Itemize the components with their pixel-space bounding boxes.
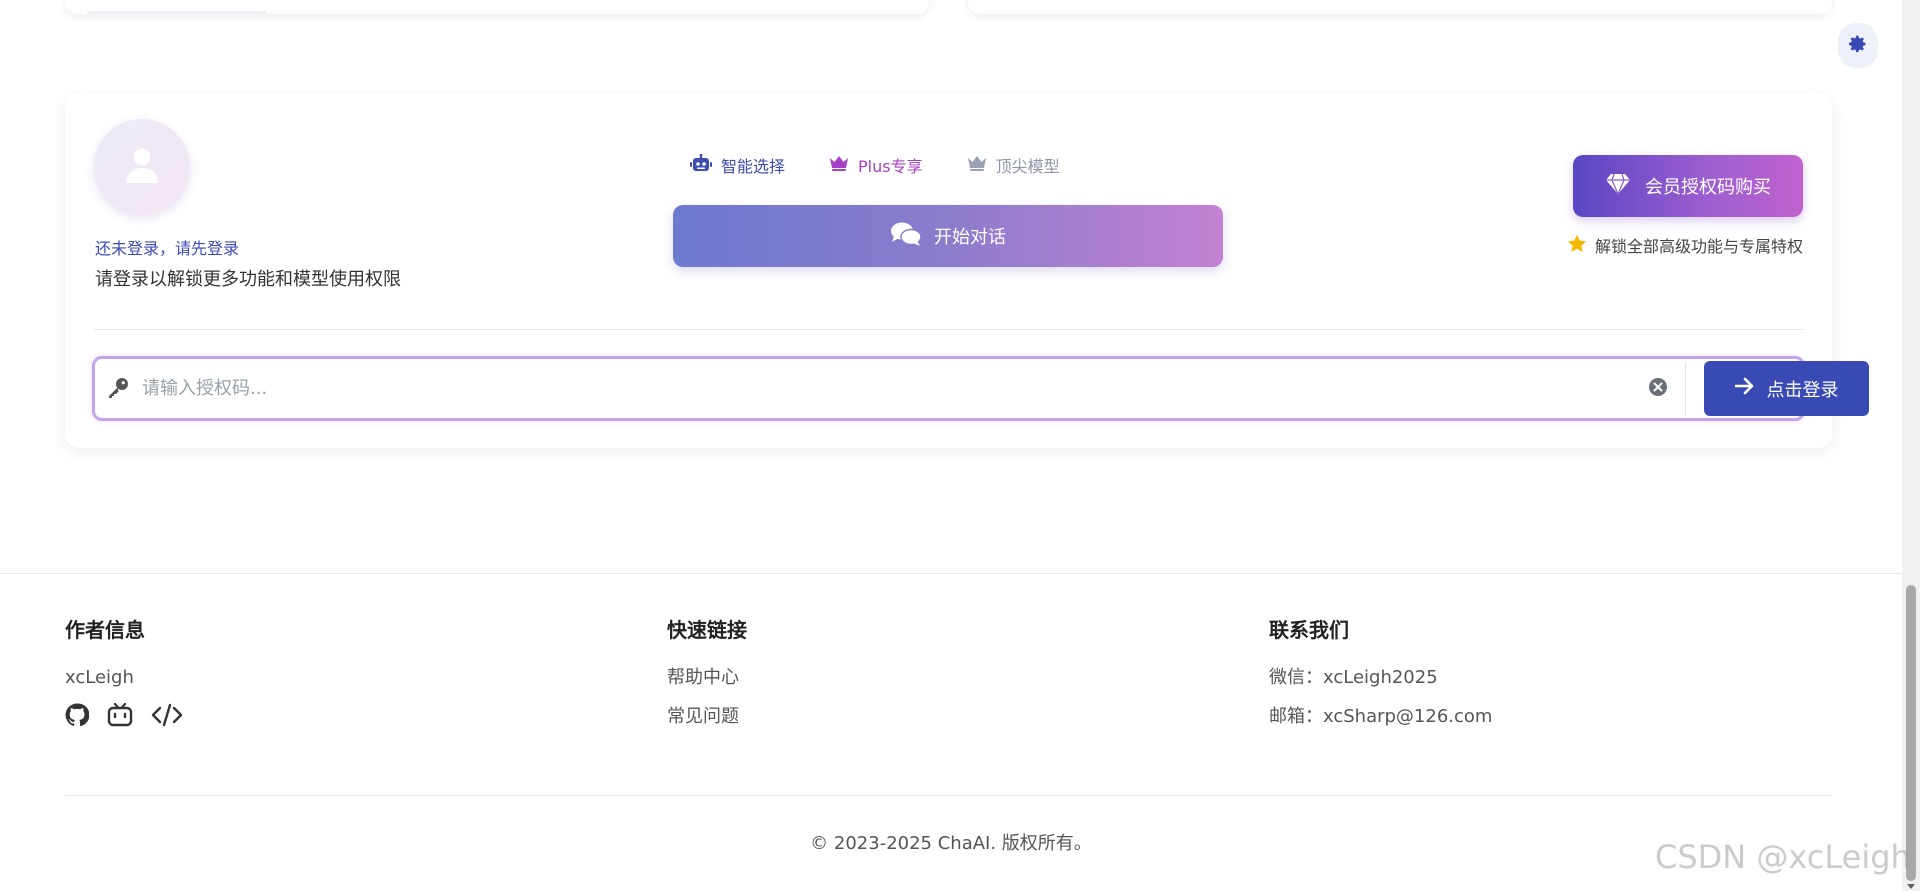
comments-icon xyxy=(890,221,922,252)
start-chat-label: 开始对话 xyxy=(934,227,1006,248)
footer-links-title: 快速链接 xyxy=(667,618,747,642)
tab-top-model[interactable]: 顶尖模型 xyxy=(967,153,1060,177)
page-scrollbar[interactable] xyxy=(1902,0,1920,891)
footer-divider-top xyxy=(0,573,1902,574)
auth-code-box: 点击登录 xyxy=(92,356,1869,421)
login-prompt-link[interactable]: 还未登录，请先登录 xyxy=(95,235,239,259)
login-submit-button[interactable]: 点击登录 xyxy=(1704,361,1869,416)
code-icon[interactable] xyxy=(151,703,183,727)
card-divider xyxy=(94,329,1803,330)
top-card-right xyxy=(968,0,1832,14)
tab-smart-select-label: 智能选择 xyxy=(721,157,786,176)
social-links xyxy=(65,703,183,727)
scrollbar-down-arrow[interactable] xyxy=(1907,884,1915,889)
crown-icon xyxy=(967,155,987,175)
star-icon xyxy=(1567,234,1587,257)
footer-link-faq[interactable]: 常见问题 xyxy=(667,706,747,728)
top-card-left xyxy=(65,0,929,14)
arrow-right-icon xyxy=(1734,377,1755,400)
membership-hint-text: 解锁全部高级功能与专属特权 xyxy=(1594,237,1803,256)
scrollbar-thumb[interactable] xyxy=(1906,585,1916,881)
login-description: 请登录以解锁更多功能和模型使用权限 xyxy=(95,269,401,290)
footer-author-section: 作者信息 xcLeigh xyxy=(65,614,183,727)
auth-code-input[interactable] xyxy=(142,367,1672,409)
start-chat-button[interactable]: 开始对话 xyxy=(673,205,1223,267)
footer-link-help-center[interactable]: 帮助中心 xyxy=(667,667,747,689)
model-tabs: 智能选择 Plus专享 顶尖模型 xyxy=(690,153,1060,177)
footer-author-title: 作者信息 xyxy=(65,618,145,642)
copyright-text: © 2023-2025 ChaAI. 版权所有。 xyxy=(810,833,1092,854)
footer-links-section: 快速链接 帮助中心 常见问题 xyxy=(667,614,747,745)
tab-smart-select[interactable]: 智能选择 xyxy=(690,153,785,177)
login-card: 还未登录，请先登录 请登录以解锁更多功能和模型使用权限 智能选择 Plus专享 … xyxy=(65,93,1869,448)
buy-membership-label: 会员授权码购买 xyxy=(1645,177,1771,198)
author-name: xcLeigh xyxy=(65,667,134,688)
footer-contact-section: 联系我们 微信：xcLeigh2025 邮箱：xcSharp@126.com xyxy=(1269,614,1492,745)
clear-icon[interactable] xyxy=(1648,377,1668,401)
login-submit-label: 点击登录 xyxy=(1766,379,1839,401)
tab-plus-exclusive[interactable]: Plus专享 xyxy=(829,153,923,177)
gem-icon xyxy=(1605,173,1631,200)
github-icon[interactable] xyxy=(65,703,89,727)
gear-icon xyxy=(1848,34,1868,58)
theme-toggle-button[interactable] xyxy=(1838,23,1878,68)
crown-icon xyxy=(829,155,849,175)
footer-contact-title: 联系我们 xyxy=(1269,618,1349,642)
tab-plus-exclusive-label: Plus专享 xyxy=(858,157,923,176)
input-separator xyxy=(1685,362,1686,415)
key-icon xyxy=(107,377,129,403)
user-icon xyxy=(124,146,160,188)
contact-wechat: 微信：xcLeigh2025 xyxy=(1269,667,1438,688)
robot-icon xyxy=(690,153,712,176)
buy-membership-button[interactable]: 会员授权码购买 xyxy=(1573,155,1803,217)
tab-top-model-label: 顶尖模型 xyxy=(995,157,1060,176)
membership-hint: 解锁全部高级功能与专属特权 xyxy=(1567,233,1803,257)
avatar xyxy=(94,119,190,215)
bilibili-icon[interactable] xyxy=(107,703,133,727)
footer-divider-bottom xyxy=(65,795,1832,796)
watermark: CSDN @xcLeigh xyxy=(1655,838,1911,876)
top-card-strip xyxy=(87,11,267,14)
contact-email: 邮箱：xcSharp@126.com xyxy=(1269,706,1493,727)
